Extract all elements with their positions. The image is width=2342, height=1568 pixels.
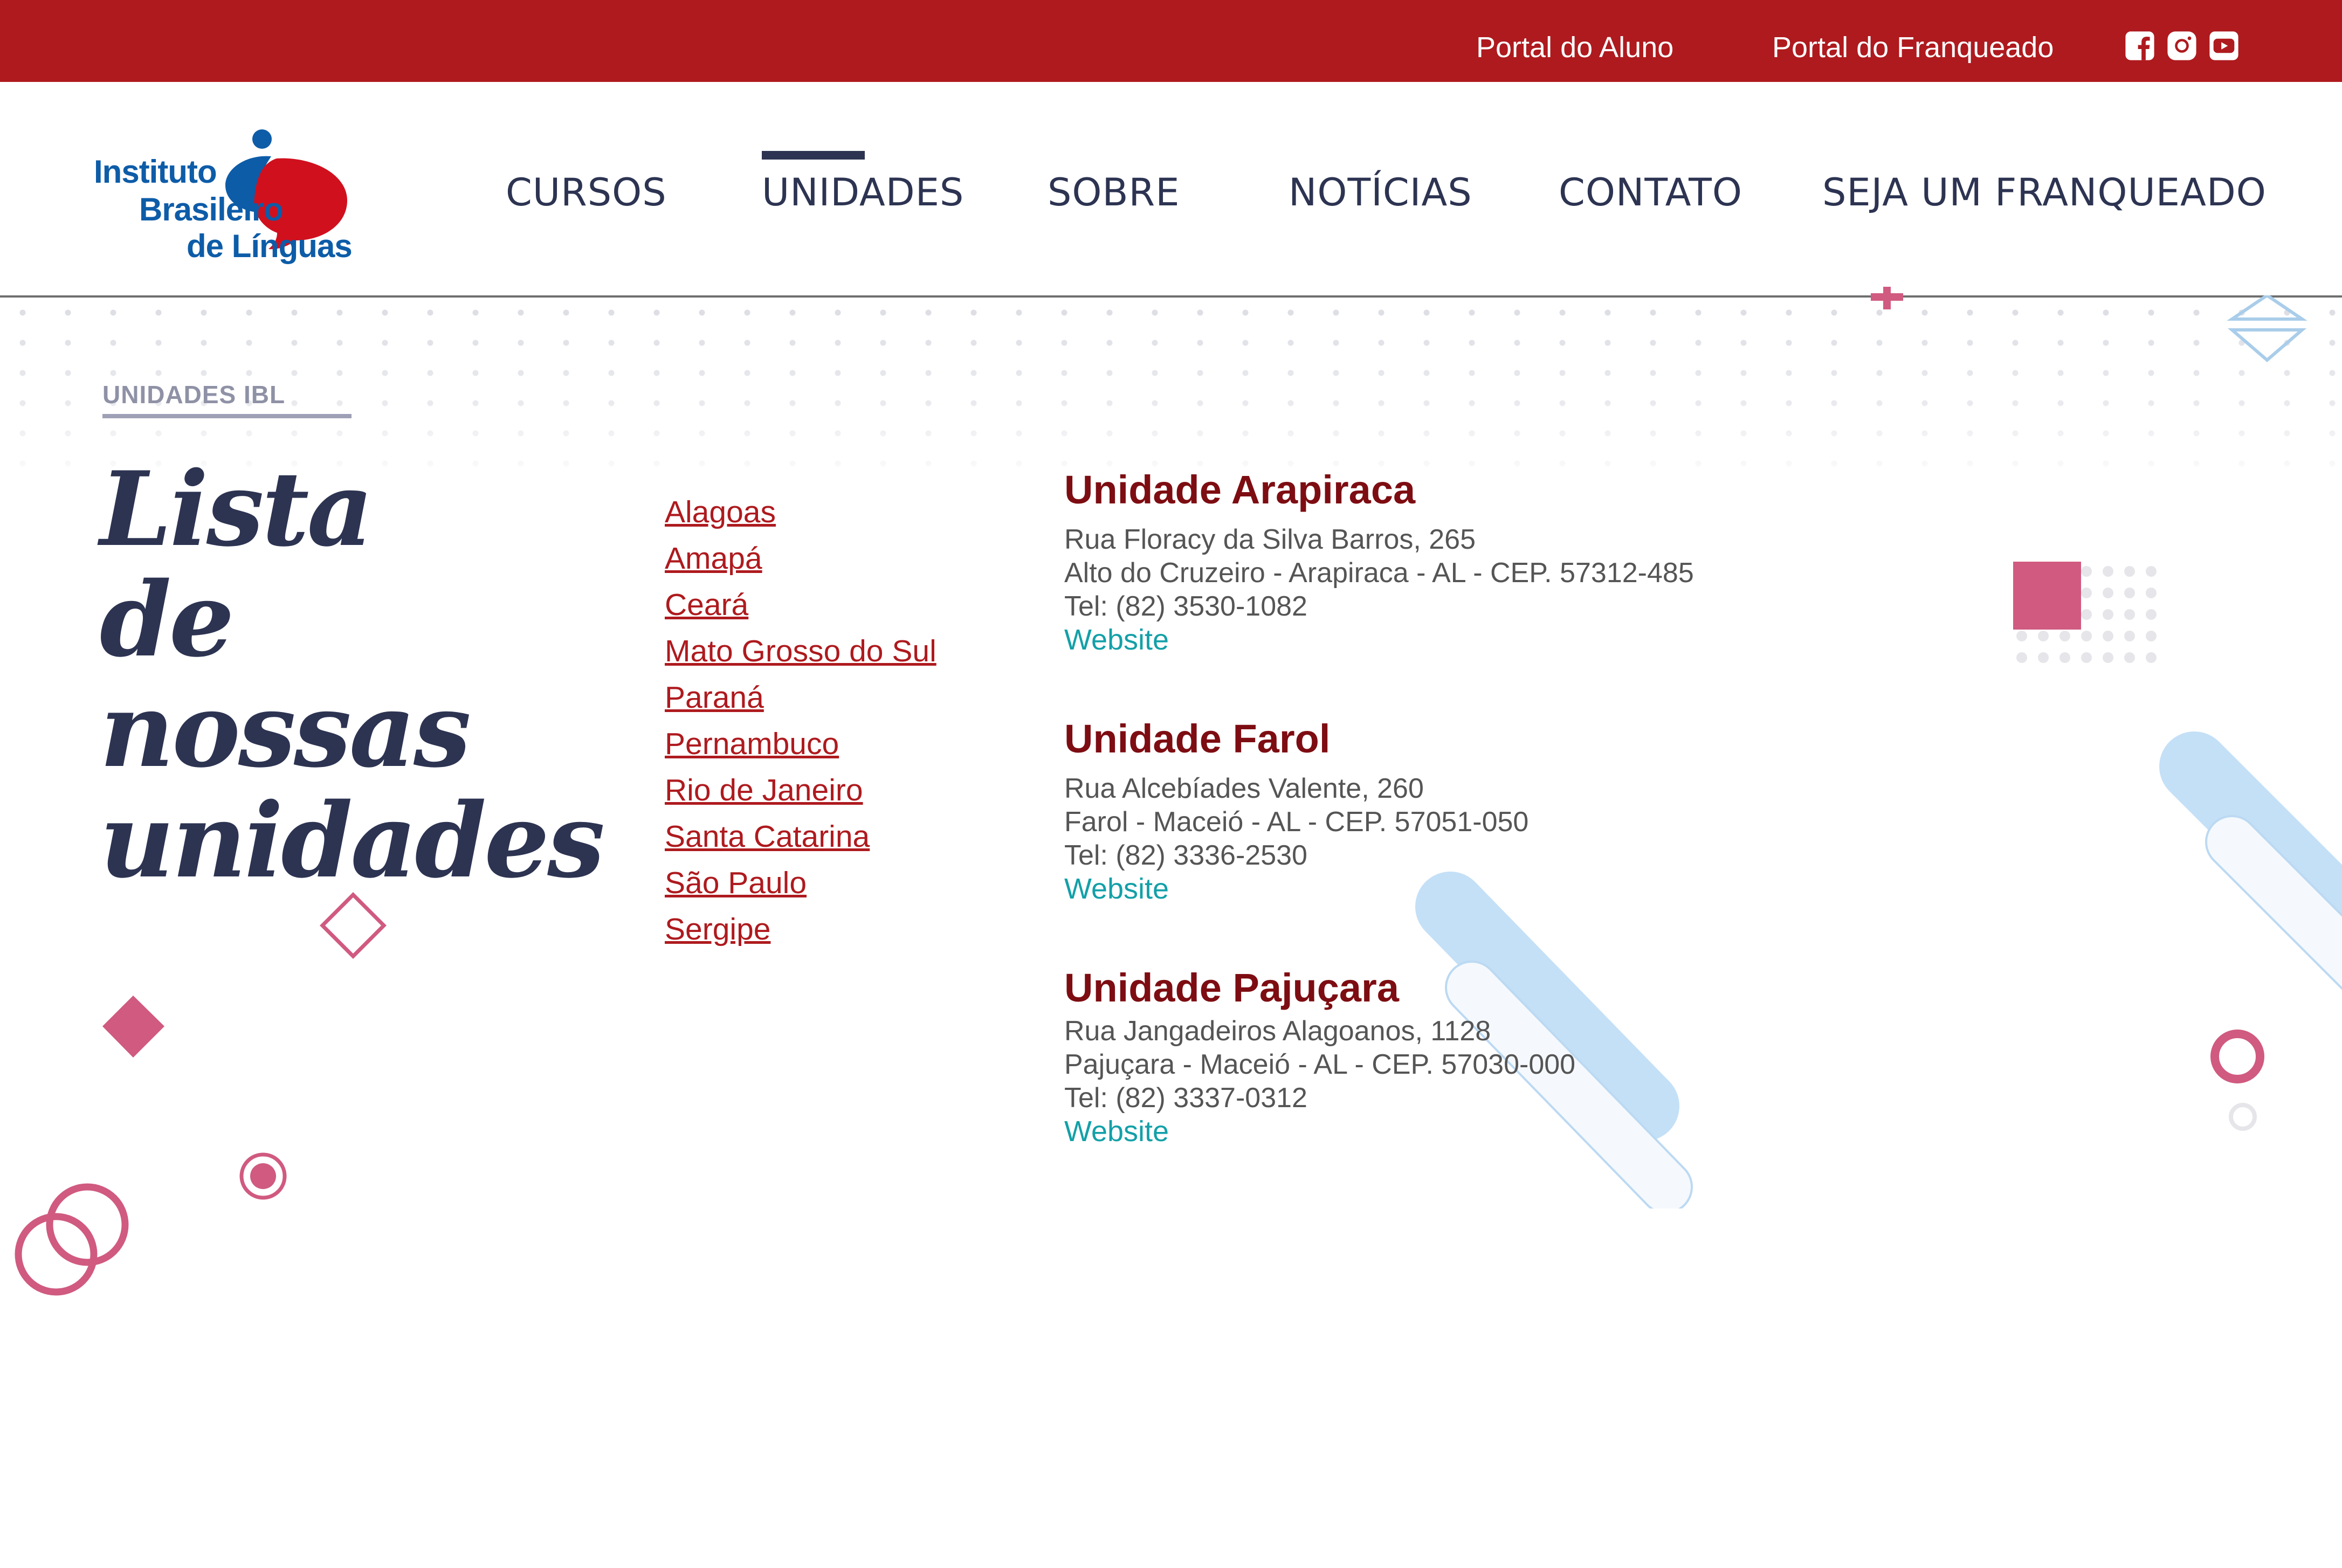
unit-name: Unidade Arapiraca xyxy=(1064,467,1416,512)
unit-website-link[interactable]: Website xyxy=(1064,623,1169,657)
state-link-sergipe[interactable]: Sergipe xyxy=(665,910,770,949)
unit-phone: Tel: (82) 3336-2530 xyxy=(1064,840,1307,871)
unit-address: Rua Alcebíades Valente, 260 xyxy=(1064,773,1424,804)
state-link-parana[interactable]: Paraná xyxy=(665,678,764,717)
logo-text-line2: Brasileiro xyxy=(139,191,284,227)
instagram-icon[interactable] xyxy=(2166,30,2198,61)
state-link-alagoas[interactable]: Alagoas xyxy=(665,493,776,531)
portal-do-franqueado-link[interactable]: Portal do Franqueado xyxy=(1772,28,2054,67)
state-link-mato-grosso-do-sul[interactable]: Mato Grosso do Sul xyxy=(665,632,936,671)
state-link-santa-catarina[interactable]: Santa Catarina xyxy=(665,817,870,856)
nav-active-indicator xyxy=(762,151,865,160)
unit-phone: Tel: (82) 3337-0312 xyxy=(1064,1082,1307,1114)
unit-name: Unidade Pajuçara xyxy=(1064,965,1400,1010)
state-link-amapa[interactable]: Amapá xyxy=(665,539,762,578)
page-title-line3: unidades xyxy=(100,780,605,901)
youtube-icon[interactable] xyxy=(2208,30,2240,61)
blue-pill-decoration-right xyxy=(2159,731,2342,990)
ibl-logo[interactable]: Instituto Brasileiro de Línguas xyxy=(91,105,355,266)
nav-noticias[interactable]: NOTÍCIAS xyxy=(1289,168,1472,217)
nav-seja-um-franqueado[interactable]: SEJA UM FRANQUEADO xyxy=(1822,168,2267,217)
pink-square-dots-decoration xyxy=(2013,562,2157,663)
unit-website-link[interactable]: Website xyxy=(1064,872,1169,906)
pink-double-rings-decoration xyxy=(15,1183,129,1296)
unit-website-link[interactable]: Website xyxy=(1064,1115,1169,1148)
logo-text-line3: de Línguas xyxy=(187,228,353,264)
site-header: Instituto Brasileiro de Línguas CURSOS U… xyxy=(0,82,2342,298)
unit-district: Alto do Cruzeiro - Arapiraca - AL - CEP.… xyxy=(1064,557,1694,589)
nav-contato[interactable]: CONTATO xyxy=(1559,168,1742,217)
top-bar: Portal do Aluno Portal do Franqueado xyxy=(0,0,2342,82)
page-title-line1: Lista de xyxy=(100,449,374,680)
unit-name: Unidade Farol xyxy=(1064,716,1331,761)
state-link-pernambuco[interactable]: Pernambuco xyxy=(665,724,839,763)
nav-sobre[interactable]: SOBRE xyxy=(1048,168,1180,217)
state-link-ceara[interactable]: Ceará xyxy=(665,585,748,624)
pink-target-decoration xyxy=(239,1152,287,1200)
units-section: UNIDADES IBL Lista de nossas unidades Al… xyxy=(0,287,2342,1568)
nav-unidades[interactable]: UNIDADES xyxy=(762,168,964,217)
unit-district: Farol - Maceió - AL - CEP. 57051-050 xyxy=(1064,806,1529,838)
unit-phone: Tel: (82) 3530-1082 xyxy=(1064,591,1307,622)
unit-address: Rua Jangadeiros Alagoanos, 1128 xyxy=(1064,1016,1491,1047)
portal-do-aluno-link[interactable]: Portal do Aluno xyxy=(1476,28,1673,67)
page-title: Lista de nossas unidades xyxy=(100,449,605,901)
eyebrow-underline xyxy=(102,414,352,418)
page-title-line2: nossas xyxy=(100,670,471,790)
state-link-rio-de-janeiro[interactable]: Rio de Janeiro xyxy=(665,771,863,810)
section-eyebrow: UNIDADES IBL xyxy=(102,381,286,409)
pink-diamond-outline-decoration xyxy=(320,892,387,959)
pink-diamond-filled-decoration xyxy=(102,996,164,1058)
blue-triangles-decoration xyxy=(2227,295,2307,362)
unit-district: Pajuçara - Maceió - AL - CEP. 57030-000 xyxy=(1064,1049,1576,1080)
pink-plus-decoration xyxy=(1871,287,1903,309)
nav-cursos[interactable]: CURSOS xyxy=(506,168,667,217)
facebook-icon[interactable] xyxy=(2124,30,2155,61)
unit-address: Rua Floracy da Silva Barros, 265 xyxy=(1064,524,1476,555)
pink-rings-decoration-right xyxy=(2210,1030,2264,1131)
state-link-sao-paulo[interactable]: São Paulo xyxy=(665,864,807,902)
logo-text-line1: Instituto xyxy=(94,154,217,190)
